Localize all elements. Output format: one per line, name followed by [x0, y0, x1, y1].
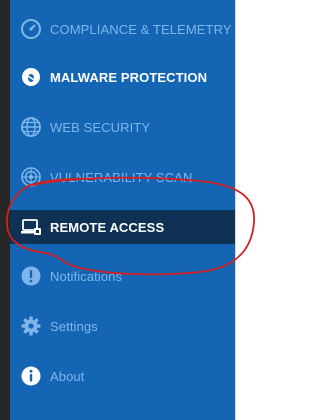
sidebar-item-label: About	[50, 368, 85, 384]
sidebar-item-compliance-telemetry[interactable]: COMPLIANCE & TELEMETRY	[10, 12, 235, 46]
shield-bug-icon	[20, 66, 42, 88]
sidebar-item-label: Notifications	[50, 268, 123, 284]
radar-icon	[20, 166, 42, 188]
sidebar-item-notifications[interactable]: Notifications	[10, 259, 235, 293]
gear-icon	[20, 315, 42, 337]
sidebar-item-settings[interactable]: Settings	[10, 309, 235, 343]
laptop-lock-icon	[20, 216, 42, 238]
info-icon	[20, 365, 42, 387]
exclamation-icon	[20, 265, 42, 287]
sidebar-item-remote-access[interactable]: REMOTE ACCESS	[10, 210, 235, 244]
sidebar-item-about[interactable]: About	[10, 359, 235, 393]
left-dark-strip	[0, 0, 10, 420]
sidebar-item-label: MALWARE PROTECTION	[50, 69, 208, 85]
sidebar-item-label: COMPLIANCE & TELEMETRY	[50, 21, 232, 37]
sidebar-item-label: REMOTE ACCESS	[50, 219, 165, 235]
sidebar-item-vulnerability-scan[interactable]: VULNERABILITY SCAN	[10, 160, 235, 194]
sidebar-item-label: WEB SECURITY	[50, 119, 151, 135]
sidebar-item-label: Settings	[50, 318, 98, 334]
sidebar-item-label: VULNERABILITY SCAN	[50, 169, 193, 185]
gauge-icon	[20, 18, 42, 40]
sidebar-item-web-security[interactable]: WEB SECURITY	[10, 110, 235, 144]
sidebar-item-malware-protection[interactable]: MALWARE PROTECTION	[10, 60, 235, 94]
globe-icon	[20, 116, 42, 138]
sidebar-border	[235, 0, 236, 420]
